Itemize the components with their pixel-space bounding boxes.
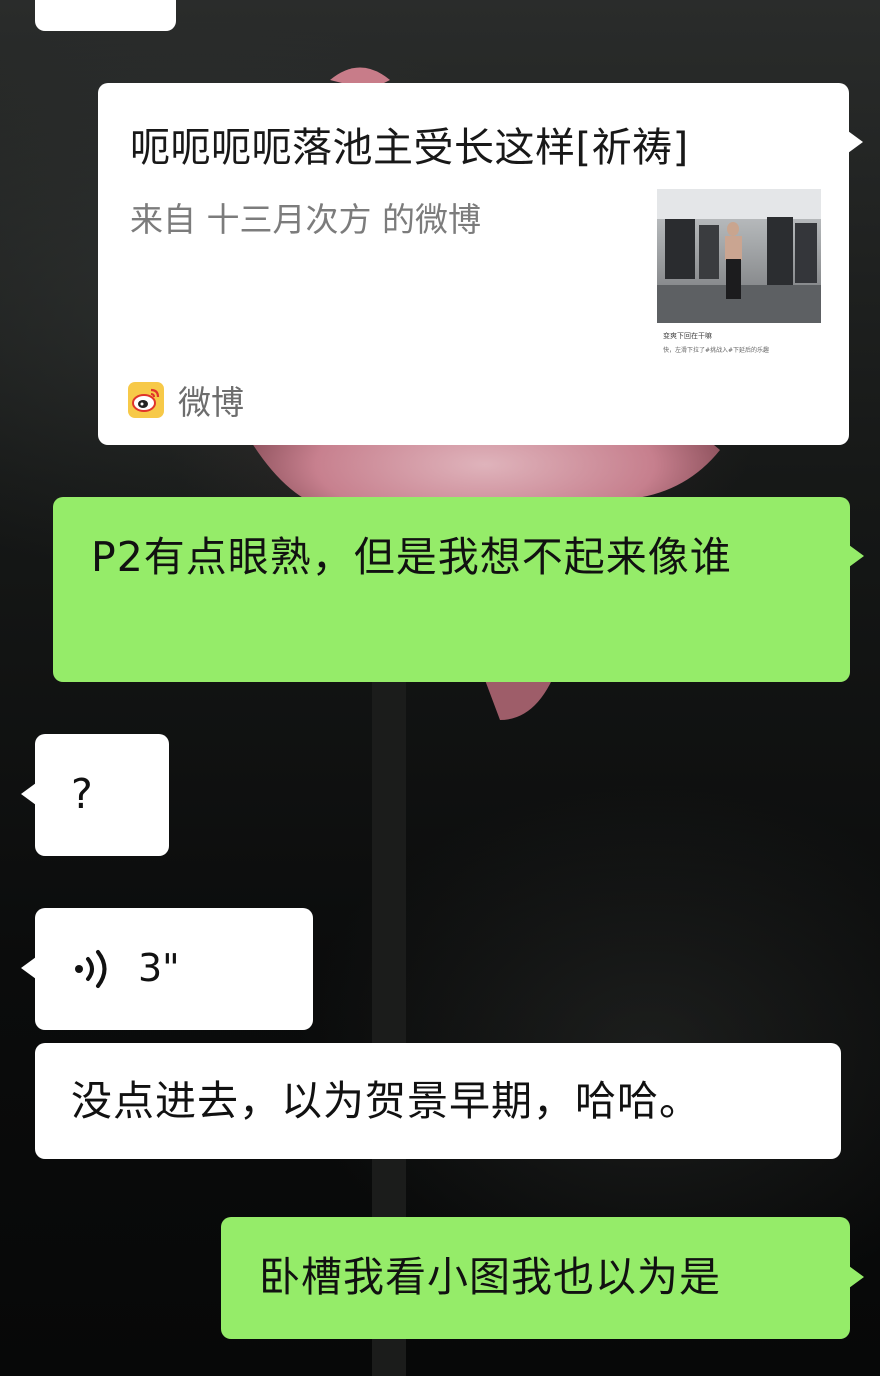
received-message-bubble[interactable]: 没点进去，以为贺景早期，哈哈。: [35, 1043, 841, 1159]
message-text: 卧槽我看小图我也以为是: [259, 1253, 721, 1301]
card-source: 微博: [128, 376, 244, 424]
voice-duration: 3": [138, 946, 180, 990]
gym-photo-image: [657, 189, 821, 323]
received-message-bubble[interactable]: ?: [21, 734, 169, 856]
weibo-icon: [128, 382, 164, 418]
card-thumbnail: 变爽下回在干嘛 快，左滑下拉了#挑战入#下延后的乐趣: [657, 189, 821, 359]
previous-message-stub: [35, 0, 176, 31]
card-subtitle: 来自 十三月次方 的微博: [130, 200, 481, 239]
sent-message-bubble[interactable]: 卧槽我看小图我也以为是: [221, 1217, 864, 1339]
message-text: P2有点眼熟，但是我想不起来像谁: [91, 533, 732, 581]
card-source-label: 微博: [178, 383, 244, 422]
message-text: 没点进去，以为贺景早期，哈哈。: [71, 1077, 701, 1125]
card-title: 呃呃呃呃落池主受长这样[祈祷]: [130, 125, 689, 171]
message-text: ?: [71, 770, 94, 818]
voice-message-bubble[interactable]: 3": [21, 908, 313, 1030]
sent-message-bubble[interactable]: P2有点眼熟，但是我想不起来像谁: [53, 497, 864, 682]
thumbnail-caption-body: 快，左滑下拉了#挑战入#下延后的乐趣: [663, 347, 770, 354]
thumbnail-caption-title: 变爽下回在干嘛: [663, 332, 712, 340]
weibo-share-card[interactable]: 呃呃呃呃落池主受长这样[祈祷] 来自 十三月次方 的微博 变爽下回在干嘛 快，左…: [98, 83, 863, 445]
voice-wave-icon: [75, 950, 107, 988]
